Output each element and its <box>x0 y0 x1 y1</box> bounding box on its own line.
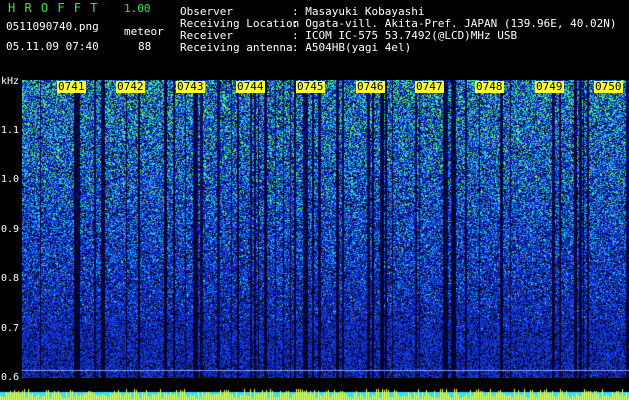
x-tick-0750: 0750 <box>594 80 623 93</box>
x-tick-0744: 0744 <box>236 80 265 93</box>
info-antenna-label: Receiving antenna <box>180 41 293 54</box>
signal-level-strip <box>0 380 629 400</box>
x-tick-0745: 0745 <box>296 80 325 93</box>
x-tick-0743: 0743 <box>176 80 205 93</box>
y-tick-1-1: 1.1 <box>1 125 20 136</box>
app-version: 1.00 <box>124 2 151 15</box>
x-tick-0741: 0741 <box>57 80 86 93</box>
x-tick-0742: 0742 <box>116 80 145 93</box>
y-tick-0-8: 0.8 <box>1 273 20 284</box>
spectrogram-image <box>22 80 629 378</box>
app-brand: H R O F F T <box>8 1 99 15</box>
info-antenna-value: : A504HB(yagi 4el) <box>292 41 412 54</box>
x-tick-0746: 0746 <box>356 80 385 93</box>
x-tick-0747: 0747 <box>415 80 444 93</box>
x-tick-0748: 0748 <box>475 80 504 93</box>
y-tick-0-9: 0.9 <box>1 224 20 235</box>
y-tick-0-7: 0.7 <box>1 323 20 334</box>
y-axis-unit: kHz <box>1 76 20 87</box>
mode-label: meteor <box>124 25 164 38</box>
meteor-count: 88 <box>138 40 152 53</box>
x-tick-0749: 0749 <box>535 80 564 93</box>
y-tick-1-0: 1.0 <box>1 174 20 185</box>
file-name: 0511090740.png <box>6 20 99 33</box>
date-time: 05.11.09 07:40 <box>6 40 99 53</box>
